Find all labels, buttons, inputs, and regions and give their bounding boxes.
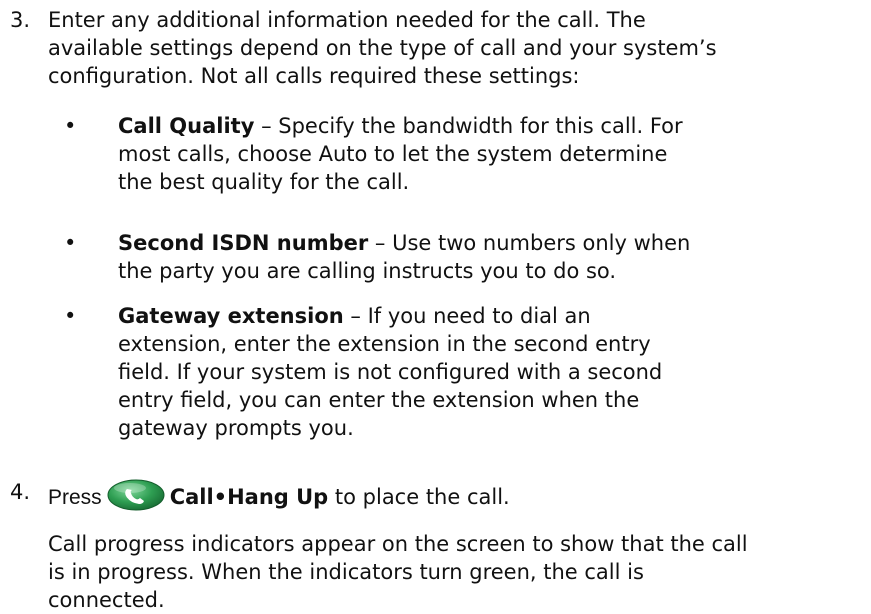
bullet-term: Gateway extension (118, 304, 344, 328)
bullet-marker: • (64, 114, 77, 138)
phone-handset-icon (106, 478, 166, 519)
step-4-note: Call progress indicators appear on the s… (48, 532, 748, 612)
bullet-marker: • (64, 231, 77, 255)
step-4-number: 4. (10, 480, 31, 504)
press-label: Press (48, 486, 102, 509)
step-4-text: Press Call•Hang Up to place the call. (48, 478, 818, 519)
bullet-term: Second ISDN number (118, 231, 369, 255)
bullet-text: Call Quality – Specify the bandwidth for… (118, 112, 818, 196)
call-hangup-label: Call•Hang Up (169, 485, 329, 509)
step-3-text: Enter any additional information needed … (48, 8, 717, 88)
bullet-text: Second ISDN number – Use two numbers onl… (118, 229, 818, 285)
bullet-marker: • (64, 304, 77, 328)
bullet-text: Gateway extension – If you need to dial … (118, 302, 818, 442)
step-4-rest: to place the call. (328, 485, 510, 509)
step-3-number: 3. (10, 8, 31, 32)
bullet-term: Call Quality (118, 114, 255, 138)
